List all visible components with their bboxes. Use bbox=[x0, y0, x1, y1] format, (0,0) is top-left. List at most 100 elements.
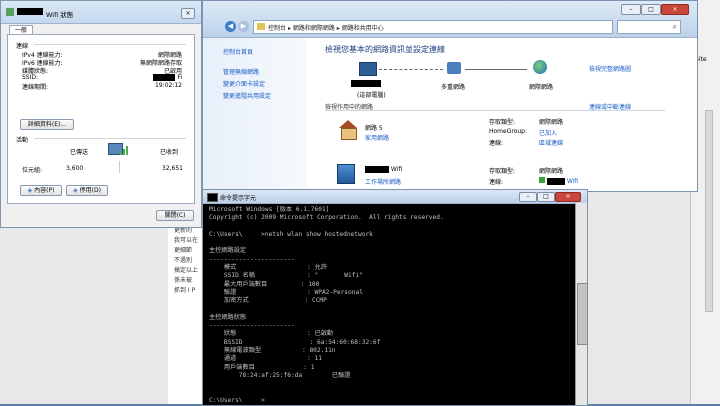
sidebar-item-manage-wireless[interactable]: 管理無線網路 bbox=[223, 67, 259, 76]
map-connector bbox=[379, 69, 443, 70]
cmd-line: 主控網路設定 bbox=[209, 247, 247, 255]
wifi-icon bbox=[6, 8, 14, 16]
shield-icon: ◈ bbox=[27, 187, 33, 194]
network1-name: 網路 5 bbox=[365, 125, 383, 132]
sidebar-item-advanced-sharing[interactable]: 變更進階共用設定 bbox=[223, 91, 271, 100]
breadcrumb: 控制台 ▸ 網路和網際網路 ▸ 網路和共用中心 bbox=[268, 23, 384, 32]
scroll-thumb[interactable] bbox=[577, 283, 588, 345]
cmd-output[interactable]: Microsoft Windows [版本 6.1.7601] Copyright… bbox=[209, 206, 569, 402]
breadcrumb-item[interactable]: 網路和網際網路 bbox=[293, 25, 335, 32]
network2-connection-link[interactable]: Wifi bbox=[567, 178, 578, 185]
ssid-value: Fi bbox=[177, 74, 182, 81]
redacted-name bbox=[365, 166, 389, 173]
cmd-line: BSSID : 6a:54:60:68:32:6f bbox=[209, 338, 381, 346]
cmd-minimize-button[interactable]: – bbox=[519, 192, 537, 202]
details-button[interactable]: 詳細資料(E)... bbox=[20, 119, 74, 130]
cmd-scrollbar[interactable] bbox=[575, 203, 588, 405]
cmd-line: C:\Users\ >netsh wlan show hostednetwork bbox=[209, 230, 373, 238]
address-bar[interactable]: 控制台 ▸ 網路和網際網路 ▸ 網路和共用中心 bbox=[253, 20, 613, 34]
network1-homegroup-label: HomeGroup: bbox=[489, 128, 528, 135]
breadcrumb-item[interactable]: 網路和共用中心 bbox=[342, 25, 384, 32]
network1-type-link[interactable]: 家用網路 bbox=[365, 133, 389, 142]
cmd-titlebar: 命令提示字元 – □ × bbox=[203, 190, 587, 204]
cmd-line: 主控網路狀態 bbox=[209, 313, 247, 321]
close-button[interactable]: 關閉(C) bbox=[156, 210, 194, 221]
section-divider bbox=[34, 138, 186, 139]
wifi-status-title: Wifi 狀態 bbox=[46, 11, 74, 19]
disable-label: 停用(D) bbox=[79, 187, 101, 194]
cmd-line: SSID 名稱 : " Wifi" bbox=[209, 272, 363, 280]
breadcrumb-item[interactable]: 控制台 bbox=[268, 25, 286, 32]
cmd-line: ----------------------- bbox=[209, 255, 295, 263]
cmd-line bbox=[209, 223, 569, 231]
cmd-line: 最大用戶端數目 : 100 bbox=[209, 280, 320, 288]
redacted-name bbox=[17, 8, 43, 15]
forward-button[interactable]: ▶ bbox=[238, 21, 249, 32]
network1-connection-link[interactable]: 區域連線 bbox=[539, 138, 563, 147]
close-dialog-button[interactable]: × bbox=[181, 8, 195, 19]
map-node-internet: 網際網路 bbox=[529, 84, 554, 91]
network2-name: Wifi bbox=[390, 166, 403, 173]
cmd-window: 命令提示字元 – □ × Microsoft Windows [版本 6.1.7… bbox=[202, 189, 588, 406]
duration-value: 19:02:12 bbox=[155, 82, 182, 89]
ssid-label: SSID: bbox=[22, 74, 39, 81]
cmd-maximize-button[interactable]: □ bbox=[537, 192, 555, 202]
duration-label: 連線期間: bbox=[22, 84, 49, 91]
cmd-line: Microsoft Windows [版本 6.1.7601] bbox=[209, 206, 330, 213]
close-window-button[interactable]: × bbox=[661, 4, 689, 15]
activity-section-title: 活動 bbox=[16, 137, 29, 144]
search-box[interactable]: ⌕ bbox=[617, 20, 681, 34]
disable-button[interactable]: ◈ 停用(D) bbox=[66, 185, 108, 196]
network-center-titlebar: ◀ ▶ 控制台 ▸ 網路和網際網路 ▸ 網路和共用中心 ⌕ – □ × bbox=[203, 1, 697, 38]
background-doc-text: 更新的 我可以在 更細節 不過別 搞定以上 係未被 抓到 I P bbox=[174, 226, 198, 296]
network2-connection-row: Wifi bbox=[539, 177, 578, 185]
sidebar-item-home[interactable]: 控制台首頁 bbox=[223, 47, 253, 56]
network1-homegroup-link[interactable]: 已加入 bbox=[539, 128, 557, 137]
redacted-name bbox=[351, 80, 381, 87]
home-network-icon bbox=[337, 120, 359, 140]
cmd-line: 78:24:af:25:f6:da 已驗證 bbox=[209, 371, 351, 379]
redacted-name bbox=[546, 178, 565, 185]
network2-type-link[interactable]: 工作場所網路 bbox=[365, 177, 401, 186]
cmd-line: 通道 : 11 bbox=[209, 355, 322, 363]
cmd-line: 加密方式 : CCMP bbox=[209, 297, 327, 305]
ssid-value-row: Fi bbox=[153, 74, 182, 81]
network2-access-value: 網際網路 bbox=[539, 168, 564, 175]
sidebar-item-adapter-settings[interactable]: 變更介面卡設定 bbox=[223, 79, 265, 88]
sent-label: 已傳送 bbox=[70, 149, 89, 156]
divider bbox=[325, 110, 665, 111]
back-button[interactable]: ◀ bbox=[225, 21, 236, 32]
map-node-multiple-networks: 多重網路 bbox=[441, 84, 466, 91]
connection-section-title: 連線 bbox=[16, 43, 29, 50]
doc-line: 搞定以上 bbox=[174, 267, 199, 274]
cmd-icon bbox=[207, 193, 218, 202]
work-network-icon bbox=[337, 164, 355, 184]
cmd-close-button[interactable]: × bbox=[555, 192, 581, 202]
cmd-line: 狀態 : 已啟動 bbox=[209, 330, 334, 338]
nav-sidebar: 控制台首頁 管理無線網路 變更介面卡設定 變更進階共用設定 bbox=[203, 38, 307, 191]
network1-access-value: 網際網路 bbox=[539, 119, 564, 126]
cmd-line bbox=[209, 306, 569, 314]
computer-label bbox=[351, 80, 381, 87]
page-title: 檢視您基本的網路資訊並設定連線 bbox=[325, 45, 445, 54]
network-activity-icon bbox=[108, 143, 130, 161]
scrollbar[interactable] bbox=[705, 110, 713, 312]
doc-line: 不過別 bbox=[174, 257, 193, 264]
folder-icon bbox=[257, 23, 265, 30]
cmd-line bbox=[209, 239, 569, 247]
cmd-title: 命令提示字元 bbox=[220, 195, 257, 202]
cmd-line bbox=[209, 389, 569, 397]
doc-line: 係未被 bbox=[174, 277, 193, 284]
search-icon: ⌕ bbox=[672, 22, 677, 31]
minimize-button[interactable]: – bbox=[621, 4, 641, 15]
network2-connection-label: 連線: bbox=[489, 179, 504, 186]
wifi-status-titlebar: Wifi 狀態 × bbox=[1, 1, 201, 24]
doc-line: 更細節 bbox=[174, 247, 193, 254]
maximize-button[interactable]: □ bbox=[641, 4, 661, 15]
full-map-link[interactable]: 檢視完整網路圖 bbox=[589, 64, 631, 73]
doc-line: 抓到 I P bbox=[174, 287, 196, 294]
redacted-name bbox=[153, 74, 176, 81]
properties-button[interactable]: ◈ 內容(P) bbox=[20, 185, 62, 196]
tab-panel: 連線 IPv4 連線能力: 網際網路 IPv6 連線能力: 無網際網路存取 媒體… bbox=[7, 34, 195, 204]
wifi-status-dialog: Wifi 狀態 × 一般 連線 IPv4 連線能力: 網際網路 IPv6 連線能… bbox=[0, 0, 202, 228]
